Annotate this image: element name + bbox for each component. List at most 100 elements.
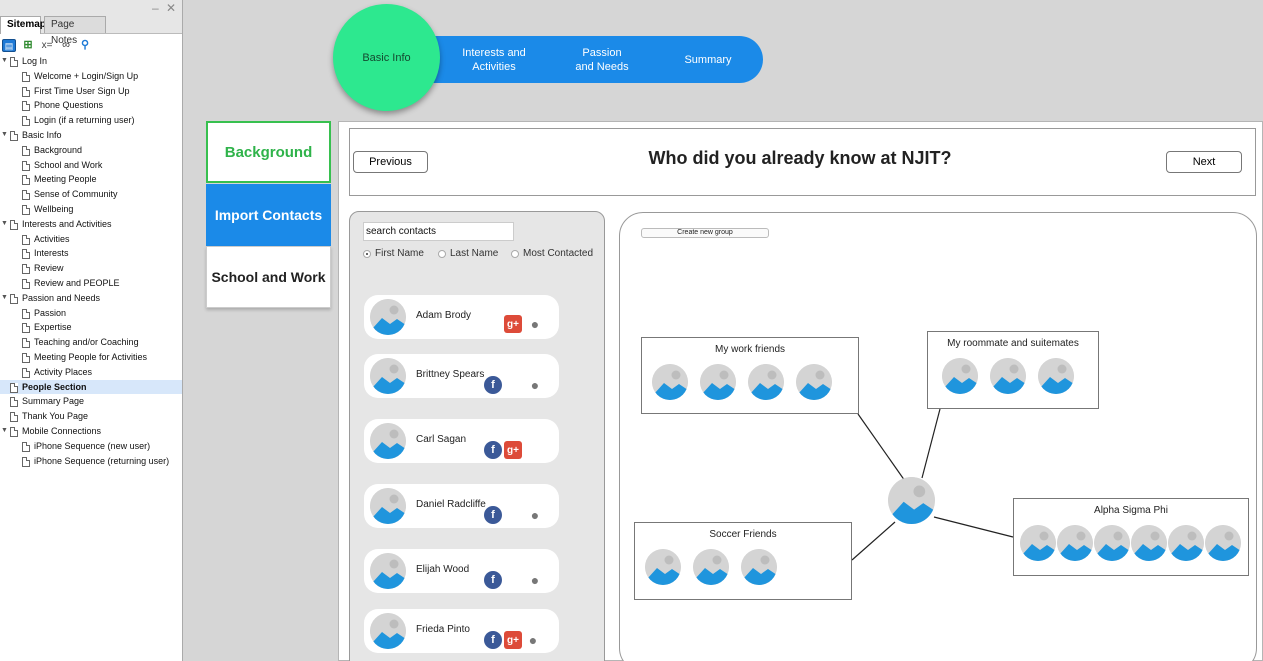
contact-card[interactable]: Adam Brody g+ ●: [364, 295, 559, 339]
sort-first-name-radio[interactable]: First Name: [363, 248, 424, 259]
page-icon: [10, 57, 18, 67]
sitemap-item[interactable]: Review and PEOPLE: [0, 276, 182, 291]
sitemap-item[interactable]: ▼ Passion and Needs: [0, 291, 182, 306]
tab-page-notes[interactable]: Page Notes: [44, 16, 106, 46]
previous-button[interactable]: Previous: [353, 151, 428, 173]
window-controls[interactable]: – ✕: [152, 1, 178, 15]
create-new-group-button[interactable]: Create new group: [641, 228, 769, 238]
contact-avatar: [370, 358, 406, 394]
expand-toggle-icon[interactable]: ▼: [1, 217, 8, 232]
member-avatar[interactable]: [693, 549, 729, 585]
contact-card[interactable]: Frieda Pinto f g+ ●: [364, 609, 559, 653]
member-avatar[interactable]: [748, 364, 784, 400]
expand-toggle-icon[interactable]: ▼: [1, 128, 8, 143]
sitemap-item[interactable]: iPhone Sequence (returning user): [0, 454, 182, 469]
tab-sitemap[interactable]: Sitemap: [0, 16, 46, 34]
add-page-icon[interactable]: ⊞: [21, 39, 35, 52]
member-avatar[interactable]: [1131, 525, 1167, 561]
sitemap-item[interactable]: First Time User Sign Up: [0, 84, 182, 99]
sitemap-item[interactable]: Interests: [0, 246, 182, 261]
sitemap-item[interactable]: Login (if a returning user): [0, 113, 182, 128]
nav-background-button[interactable]: Background: [206, 121, 331, 183]
sitemap-item[interactable]: ▼ Interests and Activities: [0, 217, 182, 232]
member-avatar[interactable]: [1020, 525, 1056, 561]
sitemap-item[interactable]: Summary Page: [0, 394, 182, 409]
member-avatar[interactable]: [1205, 525, 1241, 561]
sitemap-item[interactable]: Phone Questions: [0, 98, 182, 113]
group-box[interactable]: My work friends: [641, 337, 859, 414]
sitemap-item[interactable]: Background: [0, 143, 182, 158]
step-summary[interactable]: Summary: [665, 36, 751, 83]
sitemap-item[interactable]: Activity Places: [0, 365, 182, 380]
nav-school-work-button[interactable]: School and Work: [206, 246, 331, 308]
member-avatar[interactable]: [1168, 525, 1204, 561]
sort-last-name-radio[interactable]: Last Name: [438, 248, 498, 259]
sitemap-item-label: Background: [34, 144, 83, 155]
radio-unselected-icon: [438, 249, 446, 258]
member-avatar[interactable]: [1057, 525, 1093, 561]
radio-selected-icon: [363, 249, 371, 258]
group-box[interactable]: Soccer Friends: [634, 522, 852, 600]
sitemap-item[interactable]: ▼ Basic Info: [0, 128, 182, 143]
search-icon[interactable]: ⚲: [78, 39, 92, 52]
contact-card[interactable]: Carl Sagan f g+: [364, 419, 559, 463]
apple-icon: ●: [530, 377, 540, 393]
sitemap-item[interactable]: Meeting People for Activities: [0, 350, 182, 365]
group-title: My roommate and suitemates: [947, 338, 1079, 349]
sitemap-item[interactable]: Activities: [0, 232, 182, 247]
nav-import-contacts-button[interactable]: Import Contacts: [206, 184, 331, 246]
sitemap-item[interactable]: Teaching and/or Coaching: [0, 335, 182, 350]
sitemap-item[interactable]: ▼ Mobile Connections: [0, 424, 182, 439]
image-placeholder-icon: [370, 358, 406, 394]
member-avatar[interactable]: [645, 549, 681, 585]
group-box[interactable]: Alpha Sigma Phi: [1013, 498, 1249, 576]
group-title: My work friends: [714, 344, 785, 355]
member-avatar[interactable]: [741, 549, 777, 585]
image-placeholder-icon: [1038, 358, 1074, 394]
member-avatar[interactable]: [990, 358, 1026, 394]
sitemap-item[interactable]: Sense of Community: [0, 187, 182, 202]
member-avatar[interactable]: [796, 364, 832, 400]
sitemap-item-label: Summary Page: [22, 396, 85, 407]
sitemap-item[interactable]: Wellbeing: [0, 202, 182, 217]
image-placeholder-icon: [796, 364, 832, 400]
search-contacts-input[interactable]: [363, 222, 514, 241]
member-avatar[interactable]: [1038, 358, 1074, 394]
member-avatar[interactable]: [942, 358, 978, 394]
sitemap-item[interactable]: Expertise: [0, 320, 182, 335]
member-avatar[interactable]: [652, 364, 688, 400]
user-avatar-hub[interactable]: [888, 477, 935, 524]
group-box[interactable]: My roommate and suitemates: [927, 331, 1099, 409]
member-avatar[interactable]: [1094, 525, 1130, 561]
sort-most-contacted-radio[interactable]: Most Contacted: [511, 248, 593, 259]
expand-toggle-icon[interactable]: ▼: [1, 424, 8, 439]
sitemap-item[interactable]: iPhone Sequence (new user): [0, 439, 182, 454]
contact-card[interactable]: Daniel Radcliffe f ●: [364, 484, 559, 528]
contact-name: Frieda Pinto: [416, 624, 470, 635]
next-button[interactable]: Next: [1166, 151, 1242, 173]
page-title: Who did you already know at NJIT?: [648, 148, 952, 168]
page-icon: [22, 441, 30, 452]
page-icon: [22, 278, 30, 289]
contact-avatar: [370, 613, 406, 649]
step-passion-needs[interactable]: Passion and Needs: [560, 36, 644, 83]
sitemap-item[interactable]: Thank You Page: [0, 409, 182, 424]
expand-toggle-icon[interactable]: ▼: [1, 54, 8, 69]
sitemap-item[interactable]: Passion: [0, 306, 182, 321]
member-avatar[interactable]: [700, 364, 736, 400]
sitemap-item[interactable]: Welcome + Login/Sign Up: [0, 69, 182, 84]
sitemap-item[interactable]: Meeting People: [0, 172, 182, 187]
sitemap-item[interactable]: School and Work: [0, 158, 182, 173]
sitemap-item-label: Passion: [34, 307, 67, 318]
contact-card[interactable]: Elijah Wood f ●: [364, 549, 559, 593]
step-basic-info-current[interactable]: Basic Info: [333, 4, 440, 111]
sitemap-item[interactable]: Review: [0, 261, 182, 276]
sitemap-item[interactable]: People Section: [0, 379, 182, 395]
page-icon: [22, 323, 30, 334]
sitemap-item[interactable]: ▼ Log In: [0, 54, 182, 69]
step-interests-activities[interactable]: Interests and Activities: [448, 36, 540, 83]
group-title: Alpha Sigma Phi: [1094, 505, 1168, 516]
page-icon[interactable]: ▤: [2, 39, 16, 52]
contact-card[interactable]: Brittney Spears f ●: [364, 354, 559, 398]
expand-toggle-icon[interactable]: ▼: [1, 291, 8, 306]
